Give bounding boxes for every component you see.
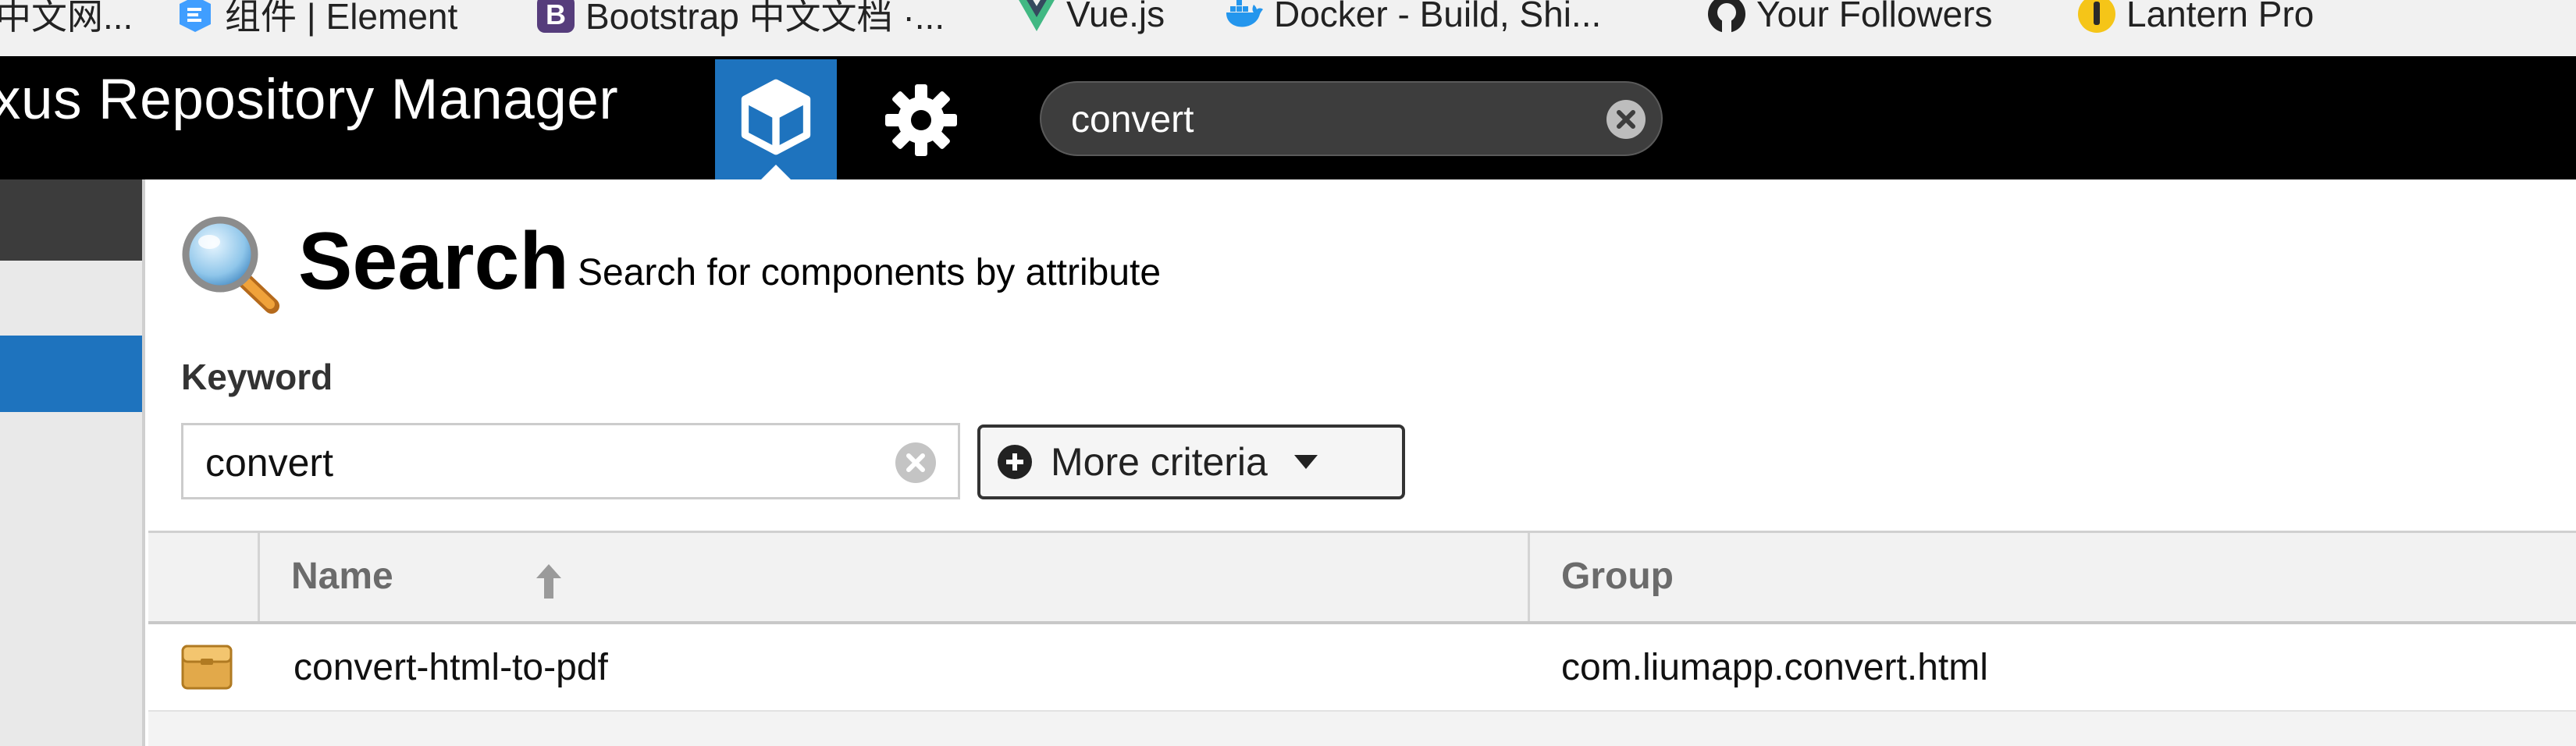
bookmark-item[interactable]: 中文网... — [0, 0, 133, 39]
bookmark-item[interactable]: Lantern Pro — [2076, 0, 2314, 39]
chevron-down-icon — [1293, 455, 1318, 469]
keyword-field[interactable] — [181, 423, 960, 499]
element-icon — [180, 0, 211, 32]
bookmark-item[interactable]: Your Followers — [1706, 0, 1993, 39]
grid-empty-area — [148, 712, 2576, 746]
results-grid-header: Name Group — [148, 531, 2576, 624]
bookmarks-bar: 中文网... 组件 | Element B Bootstrap 中文文档 ·..… — [0, 0, 2576, 57]
bookmark-item[interactable]: Docker - Build, Shi... — [1224, 0, 1601, 39]
bookmark-item[interactable]: 组件 | Element — [175, 0, 457, 39]
docker-icon — [1226, 0, 1263, 27]
header-search-input[interactable] — [1069, 94, 1588, 145]
bookmark-item[interactable]: B Bootstrap 中文文档 ·... — [535, 0, 945, 39]
bookmark-label: Vue.js — [1066, 0, 1165, 34]
svg-text:B: B — [546, 0, 566, 30]
column-header-name[interactable]: Name — [260, 533, 1530, 621]
bookmark-label: Bootstrap 中文文档 ·... — [585, 0, 945, 37]
sidebar-item-header[interactable] — [0, 179, 142, 261]
github-icon — [1708, 0, 1745, 33]
browse-button[interactable] — [715, 59, 837, 180]
page-subtitle: Search for components by attribute — [578, 252, 1162, 293]
bookmark-label: Your Followers — [1756, 0, 1993, 34]
column-header-group[interactable]: Group — [1530, 533, 2576, 621]
bootstrap-icon: B — [537, 0, 575, 33]
column-header-icon — [148, 533, 260, 621]
row-name-cell: convert-html-to-pdf — [294, 647, 608, 688]
row-group-cell: com.liumapp.convert.html — [1561, 647, 1988, 688]
bookmark-label: 组件 | Element — [225, 0, 458, 37]
keyword-label: Keyword — [181, 357, 333, 397]
column-name-label: Name — [291, 556, 393, 597]
sort-up-icon — [536, 564, 561, 599]
plus-circle-icon — [998, 445, 1032, 479]
gear-icon[interactable] — [882, 81, 960, 159]
component-box-icon — [181, 645, 233, 690]
clear-icon[interactable] — [1605, 98, 1647, 140]
magnifier-icon — [182, 216, 279, 314]
app-title: xus Repository Manager — [0, 68, 619, 131]
table-row[interactable]: convert-html-to-pdf com.liumapp.convert.… — [148, 624, 2576, 712]
lantern-icon — [2078, 0, 2115, 33]
main-panel: Search Search for components by attribut… — [148, 179, 2576, 746]
keyword-input[interactable] — [204, 436, 863, 489]
bookmark-label: Lantern Pro — [2126, 0, 2314, 34]
more-criteria-button[interactable]: More criteria — [977, 425, 1405, 499]
more-criteria-label: More criteria — [1051, 440, 1268, 484]
bookmark-label: Docker - Build, Shi... — [1274, 0, 1602, 34]
bookmark-item[interactable]: Vue.js — [1016, 0, 1165, 39]
sidebar-item-selected[interactable] — [0, 336, 142, 412]
clear-icon[interactable] — [894, 441, 938, 485]
left-sidebar — [0, 179, 145, 746]
bookmark-label: 中文网... — [0, 0, 133, 37]
vue-icon — [1019, 0, 1055, 31]
column-group-label: Group — [1561, 556, 1674, 597]
active-caret — [760, 165, 792, 180]
page-title: Search — [298, 216, 569, 307]
cube-icon — [741, 79, 811, 155]
header-search-box[interactable] — [1040, 81, 1663, 156]
